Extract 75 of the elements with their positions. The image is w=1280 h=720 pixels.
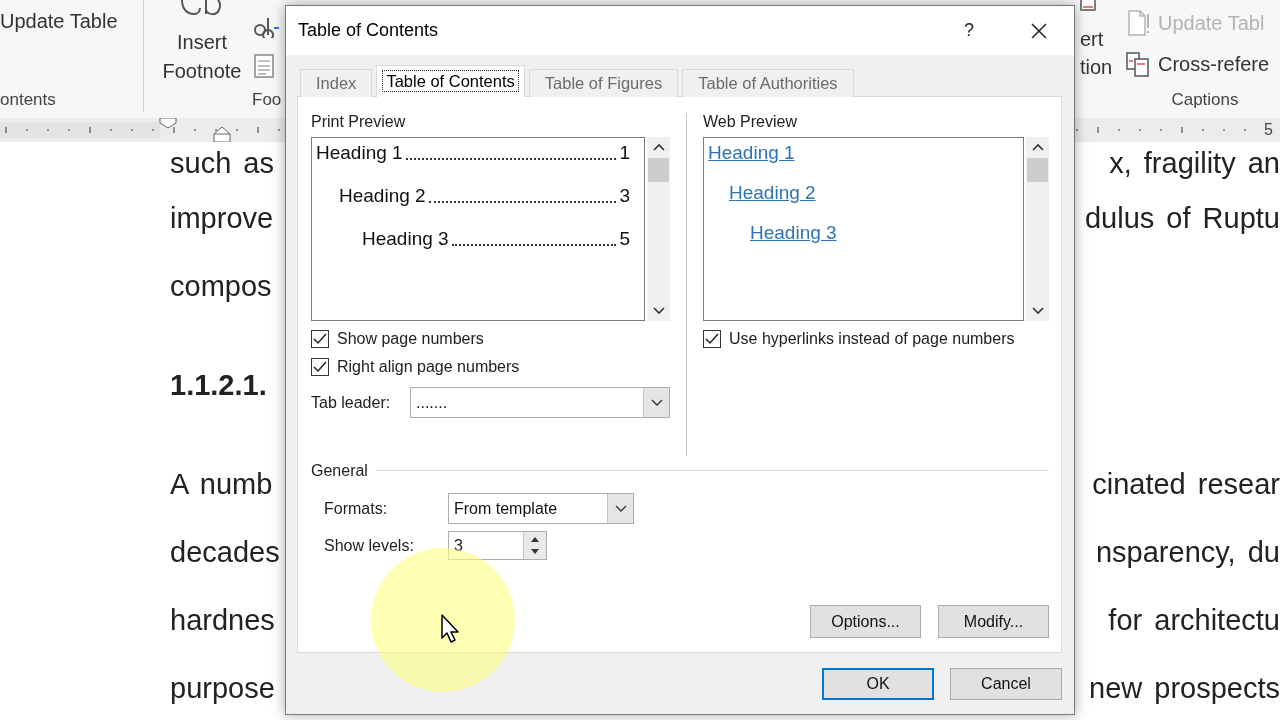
- body-text: new prospects: [1089, 671, 1280, 705]
- body-text: x, fragility an: [1109, 146, 1280, 180]
- chevron-down-icon: [614, 504, 627, 513]
- up-arrow-icon[interactable]: [530, 535, 540, 542]
- page-number: 5: [619, 228, 630, 250]
- entry-title: Heading 2: [339, 185, 426, 207]
- scroll-thumb[interactable]: [648, 158, 669, 182]
- insert-caption-button[interactable]: ert tion: [1080, 0, 1126, 81]
- field-label: Tab leader:: [311, 393, 392, 412]
- section-label: Web Preview: [703, 113, 798, 130]
- checkbox-label: Right align page numbers: [337, 358, 520, 376]
- dialog-tab[interactable]: Index: [300, 69, 373, 97]
- dialog-button[interactable]: Modify...: [938, 605, 1049, 638]
- checkbox[interactable]: [311, 330, 329, 348]
- close-icon: [1031, 22, 1047, 39]
- scrollbar[interactable]: [647, 137, 670, 321]
- group-label: Captions: [1170, 90, 1240, 110]
- body-text: improve: [170, 201, 274, 235]
- entry-title: Heading 1: [316, 142, 403, 164]
- body-text: such as: [170, 146, 274, 180]
- update-table-button[interactable]: Update Table: [0, 10, 118, 33]
- entry-title: Heading 3: [362, 228, 449, 250]
- body-text: cinated resear: [1092, 467, 1280, 501]
- help-button[interactable]: ?: [946, 12, 992, 49]
- field-label: Formats:: [324, 499, 389, 518]
- scroll-thumb[interactable]: [1027, 158, 1048, 182]
- body-text: decades: [170, 535, 280, 569]
- cross-reference-button[interactable]: Cross-refere: [1126, 51, 1270, 77]
- dialog-tab[interactable]: Table of Figures: [528, 69, 679, 97]
- ok-button[interactable]: OK: [822, 668, 934, 700]
- scroll-down-icon[interactable]: [652, 307, 665, 315]
- footnote-list-icon[interactable]: [254, 54, 274, 78]
- section-label: Print Preview: [311, 113, 407, 130]
- dialog-tab[interactable]: Table of Contents: [376, 65, 525, 97]
- cancel-button[interactable]: Cancel: [950, 668, 1062, 700]
- scroll-up-icon[interactable]: [1031, 143, 1044, 151]
- body-text: dulus of Ruptu: [1085, 201, 1280, 235]
- section-label: General: [311, 462, 368, 479]
- group-label: Foo: [251, 90, 283, 110]
- chevron-down-icon: [650, 398, 663, 407]
- down-arrow-icon[interactable]: [530, 549, 540, 556]
- heading-link[interactable]: Heading 2: [729, 182, 816, 204]
- body-text: for architectu: [1108, 603, 1280, 637]
- group-label: ontents: [0, 90, 57, 110]
- endnote-icon[interactable]: [254, 16, 280, 38]
- page-number: 1: [619, 142, 630, 164]
- page-number: 3: [619, 185, 630, 207]
- body-text: nsparency, du: [1095, 535, 1280, 569]
- scroll-down-icon[interactable]: [1031, 307, 1044, 315]
- scroll-up-icon[interactable]: [652, 143, 665, 151]
- body-text: purpose: [170, 671, 275, 705]
- mouse-pointer-icon: [441, 614, 461, 644]
- tab-leader-dropdown[interactable]: .......: [410, 387, 670, 418]
- dialog-tab[interactable]: Table of Authorities: [682, 69, 854, 97]
- footnote-icon: [180, 0, 224, 16]
- cross-reference-icon: [1126, 51, 1150, 77]
- dialog-button[interactable]: Options...: [810, 605, 921, 638]
- formats-dropdown[interactable]: From template: [448, 493, 634, 524]
- dialog-title: Table of Contents: [298, 20, 439, 41]
- page-icon: [1126, 10, 1150, 36]
- heading-link[interactable]: Heading 3: [750, 222, 837, 244]
- field-label: Show levels:: [324, 536, 415, 555]
- body-text: compos: [170, 269, 272, 303]
- checkbox[interactable]: [311, 358, 329, 376]
- scrollbar[interactable]: [1026, 137, 1049, 321]
- insert-footnote-button[interactable]: Insert Footnote: [156, 0, 248, 86]
- checkbox-label: Show page numbers: [337, 330, 484, 348]
- heading-text: 1.1.2.1.: [170, 368, 267, 402]
- checkbox[interactable]: [703, 330, 721, 348]
- heading-link[interactable]: Heading 1: [708, 142, 795, 164]
- checkbox-label: Use hyperlinks instead of page numbers: [729, 330, 1015, 348]
- show-levels-spinner[interactable]: 3: [448, 531, 547, 560]
- body-text: A numb: [170, 467, 273, 501]
- body-text: hardnes: [170, 603, 275, 637]
- ruler-number: 5: [1263, 121, 1273, 139]
